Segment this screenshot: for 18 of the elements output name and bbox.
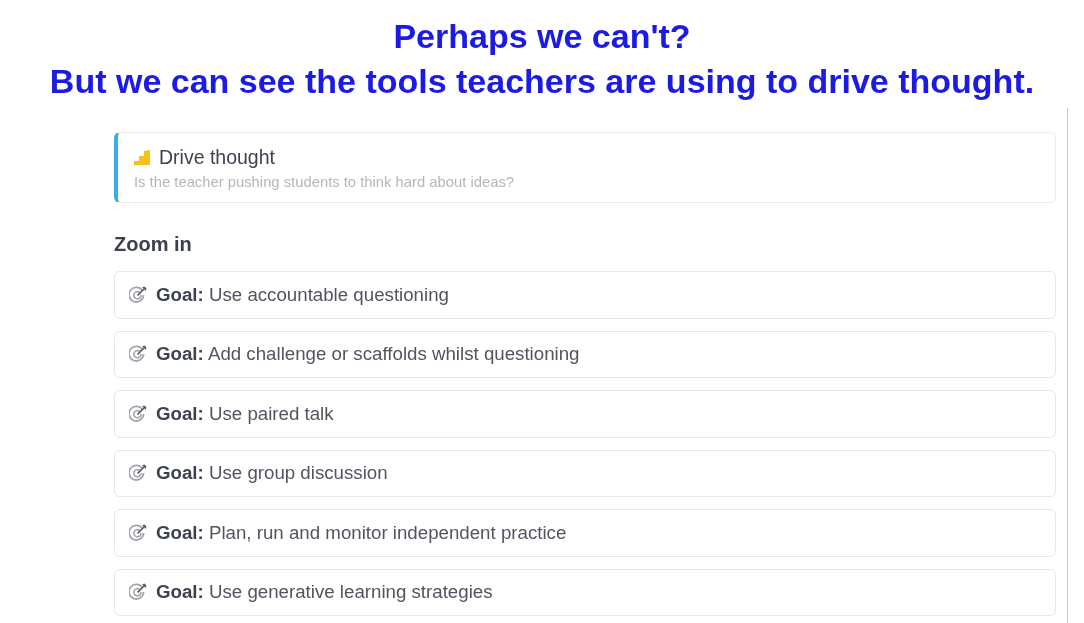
section-title: Zoom in	[114, 232, 192, 257]
card-title: Drive thought	[159, 145, 275, 169]
goal-item[interactable]: Goal: Use generative learning strategies	[114, 568, 1056, 616]
goal-item[interactable]: Goal: Add challenge or scaffolds whilst questioning	[114, 330, 1056, 378]
goal-item[interactable]: Goal: Use accountable questioning	[114, 271, 1056, 319]
stairs-icon	[134, 149, 150, 165]
goal-item[interactable]: Goal: Use group discussion	[114, 449, 1056, 497]
headline-text: But we can see the tools teachers are using to drive thought.	[49, 61, 1035, 102]
headline-text: Perhaps we can't?	[393, 16, 691, 57]
target-icon	[129, 404, 147, 423]
target-icon	[129, 583, 147, 602]
target-icon	[129, 464, 147, 483]
target-icon	[129, 523, 147, 542]
goal-item[interactable]: Goal: Plan, run and monitor independent practice	[114, 509, 1056, 557]
target-icon	[129, 345, 147, 364]
goal-item[interactable]: Goal: Use paired talk	[114, 390, 1056, 438]
card-subtitle: Is the teacher pushing students to think hard about ideas?	[134, 173, 515, 192]
target-icon	[129, 285, 147, 304]
